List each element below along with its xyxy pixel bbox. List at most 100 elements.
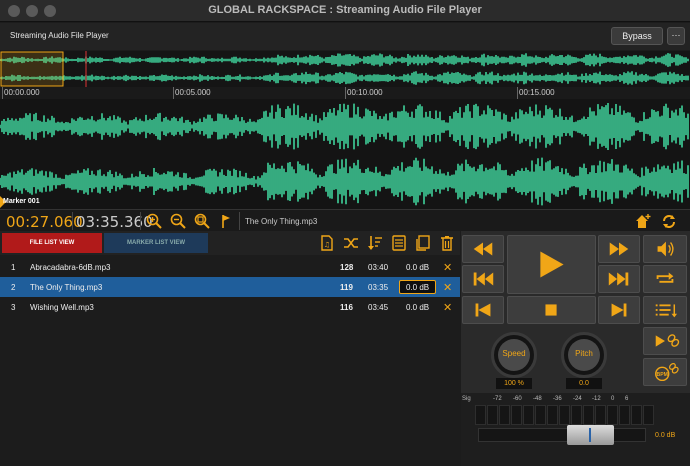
- meter-cell: [595, 405, 606, 425]
- fast-forward-button[interactable]: [598, 235, 640, 263]
- zoom-in-icon[interactable]: [145, 212, 163, 230]
- meter-scale-label: -72: [493, 396, 502, 402]
- rewind-icon: [473, 242, 493, 256]
- tab-file-list-view[interactable]: FILE LIST VIEW: [2, 233, 102, 253]
- stop-button[interactable]: [507, 296, 596, 324]
- meter-cell: [511, 405, 522, 425]
- copy-list-icon[interactable]: [414, 234, 432, 252]
- previous-track-button[interactable]: [462, 265, 504, 293]
- play-link-button[interactable]: [643, 327, 687, 355]
- playlist-order-button[interactable]: [643, 296, 687, 324]
- overview-waveform-graphic: [0, 51, 689, 87]
- pitch-knob[interactable]: Pitch: [561, 332, 607, 378]
- sort-icon[interactable]: [366, 234, 384, 252]
- loop-button[interactable]: [643, 265, 687, 293]
- plugin-name: Streaming Audio File Player: [10, 31, 109, 40]
- file-gain[interactable]: 0.0 dB: [406, 263, 429, 272]
- meter-sig-label: Sig: [462, 396, 471, 402]
- main-waveform[interactable]: [0, 99, 690, 209]
- playlist-icon[interactable]: [390, 234, 408, 252]
- divider: [72, 212, 73, 230]
- meter-cell: [499, 405, 510, 425]
- timeline-tick-label: 00:05.000: [175, 88, 211, 97]
- waveform-path: [0, 53, 689, 85]
- previous-marker-button[interactable]: [462, 296, 504, 324]
- list-tabs-bar: FILE LIST VIEW MARKER LIST VIEW ♫: [0, 231, 460, 255]
- timeline-tick-label: 00:15.000: [519, 88, 555, 97]
- skip-forward-icon: [608, 272, 629, 286]
- play-icon: [540, 251, 564, 278]
- meter-cell: [535, 405, 546, 425]
- shuffle-icon[interactable]: [342, 234, 360, 252]
- divider: [239, 212, 240, 230]
- file-list: 1 Abracadabra-6dB.mp3 128 03:40 0.0 dB ✕…: [0, 255, 460, 466]
- timeline-tick-label: 00:10.000: [347, 88, 383, 97]
- meter-cell: [619, 405, 630, 425]
- pitch-knob-label: Pitch: [575, 349, 593, 358]
- meter-cell: [607, 405, 618, 425]
- next-marker-button[interactable]: [598, 296, 640, 324]
- next-track-button[interactable]: [598, 265, 640, 293]
- gain-fader-track[interactable]: [478, 428, 646, 442]
- trash-icon[interactable]: [438, 234, 456, 252]
- meter-scale-label: -12: [592, 396, 601, 402]
- meter-scale-label: -48: [533, 396, 542, 402]
- timeline-tick-label: 00:00.000: [4, 88, 40, 97]
- overview-waveform[interactable]: [0, 51, 690, 87]
- play-button[interactable]: [507, 235, 596, 294]
- overview-view-region[interactable]: [0, 51, 64, 87]
- add-marker-icon[interactable]: [217, 212, 235, 230]
- file-row-selected[interactable]: 2 The Only Thing.mp3 119 03:35 0.0 dB ✕: [0, 277, 460, 297]
- pitch-value[interactable]: 0.0: [566, 378, 602, 389]
- remove-file-icon[interactable]: ✕: [443, 301, 452, 314]
- timeline-tick: [173, 87, 174, 99]
- speed-value[interactable]: 100 %: [496, 378, 532, 389]
- window-title: GLOBAL RACKSPACE : Streaming Audio File …: [208, 4, 482, 16]
- zoom-out-icon[interactable]: [169, 212, 187, 230]
- meter-cell: [547, 405, 558, 425]
- file-number: 2: [11, 283, 16, 292]
- file-number: 3: [11, 303, 16, 312]
- file-name: The Only Thing.mp3: [30, 283, 103, 292]
- previous-marker-icon: [475, 303, 491, 317]
- skip-back-icon: [473, 272, 494, 286]
- next-marker-icon: [611, 303, 627, 317]
- remove-file-icon[interactable]: ✕: [443, 281, 452, 294]
- file-gain[interactable]: 0.0 dB: [406, 283, 429, 292]
- file-row[interactable]: 1 Abracadabra-6dB.mp3 128 03:40 0.0 dB ✕: [0, 257, 460, 277]
- home-add-icon[interactable]: [634, 212, 652, 230]
- rewind-button[interactable]: [462, 235, 504, 263]
- timeline-ruler[interactable]: 00:00.000 00:05.000 00:10.000 00:15.000: [0, 87, 690, 99]
- remove-file-icon[interactable]: ✕: [443, 261, 452, 274]
- meter-cell: [583, 405, 594, 425]
- track-length: 03:35.360: [76, 213, 153, 231]
- sync-add-icon[interactable]: [660, 212, 678, 230]
- plugin-menu-button[interactable]: ···: [667, 27, 685, 45]
- timeline-tick: [2, 87, 3, 99]
- file-duration: 03:35: [368, 283, 389, 292]
- gain-fader-value[interactable]: 0.0 dB: [655, 432, 675, 439]
- file-number: 1: [11, 263, 16, 272]
- zoom-fit-icon[interactable]: [193, 212, 211, 230]
- add-audio-file-icon[interactable]: ♫: [318, 234, 336, 252]
- divider: [140, 212, 141, 230]
- meter-cell: [487, 405, 498, 425]
- stop-icon: [545, 304, 557, 316]
- file-bpm: 116: [340, 303, 353, 312]
- bypass-button[interactable]: Bypass: [611, 27, 663, 45]
- volume-button[interactable]: [643, 235, 687, 263]
- plugin-header: Streaming Audio File Player Bypass ···: [0, 23, 690, 50]
- speed-knob[interactable]: Speed: [491, 332, 537, 378]
- waveform-path: [0, 103, 689, 206]
- tab-marker-list-view[interactable]: MARKER LIST VIEW: [104, 233, 208, 253]
- file-bpm: 128: [340, 263, 354, 272]
- svg-text:♫: ♫: [324, 241, 330, 249]
- file-name: Wishing Well.mp3: [30, 303, 94, 312]
- file-row[interactable]: 3 Wishing Well.mp3 116 03:45 0.0 dB ✕: [0, 297, 460, 317]
- gain-fader-indicator: [589, 428, 591, 442]
- meter-cell: [571, 405, 582, 425]
- bpm-link-icon: BPM: [655, 363, 679, 382]
- file-gain[interactable]: 0.0 dB: [406, 303, 429, 312]
- loop-icon: [656, 272, 674, 283]
- bpm-link-button[interactable]: BPM: [643, 358, 687, 386]
